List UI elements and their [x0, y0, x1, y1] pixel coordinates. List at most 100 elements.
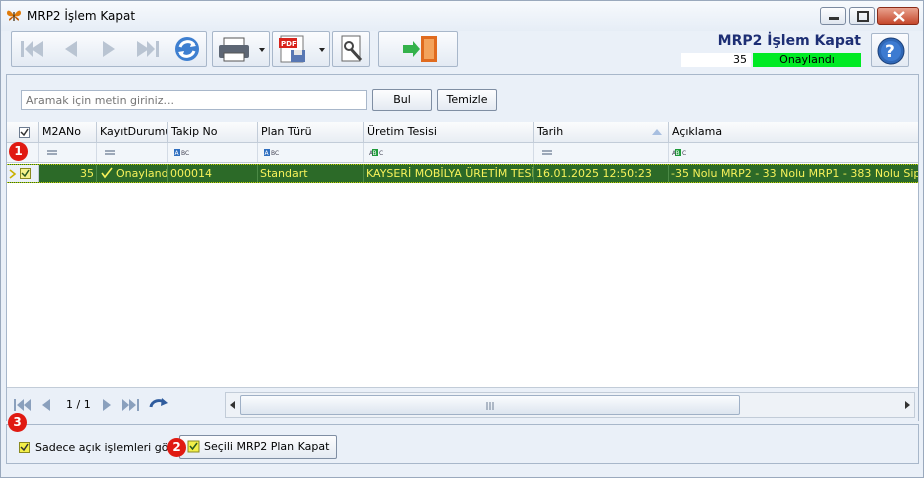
column-header-tarih-label: Tarih	[537, 125, 564, 138]
equals-icon	[105, 150, 115, 155]
maximize-button[interactable]	[849, 7, 875, 25]
filter-row: A BC A BC ABC ABC	[7, 143, 918, 163]
maximize-icon	[857, 11, 869, 22]
previous-record-button[interactable]	[52, 32, 90, 66]
table-row[interactable]: 35 Onaylandı 000014 Standart KAYSERİ MOB…	[7, 164, 918, 183]
svg-text:?: ?	[885, 42, 895, 62]
select-all-checkbox[interactable]	[19, 127, 30, 138]
previous-record-icon	[65, 41, 77, 57]
search-input[interactable]	[21, 90, 367, 110]
title-bar: MRP2 İşlem Kapat	[1, 1, 923, 31]
next-record-button[interactable]	[90, 32, 128, 66]
select-all-header[interactable]	[7, 122, 39, 142]
close-button[interactable]	[877, 7, 919, 25]
previous-page-icon[interactable]	[38, 395, 54, 415]
reload-page-icon[interactable]	[148, 395, 170, 415]
open-only-checkbox[interactable]	[19, 442, 30, 453]
filter-cell-aciklama[interactable]: ABC	[669, 143, 918, 162]
export-group[interactable]: PDF	[272, 31, 330, 67]
checkmark-icon	[101, 167, 113, 179]
document-tool-icon	[341, 35, 363, 62]
search-bar: Bul Temizle	[7, 75, 918, 122]
column-header-aciklama[interactable]: Açıklama	[669, 122, 918, 142]
filter-cell-m2ano[interactable]	[39, 143, 97, 162]
svg-text:C: C	[379, 150, 383, 157]
print-group[interactable]	[212, 31, 270, 67]
first-page-icon[interactable]	[11, 395, 33, 415]
equals-icon	[47, 150, 57, 155]
next-record-icon	[103, 41, 115, 57]
checkbox-icon	[187, 440, 200, 453]
cell-aciklama: -35 Nolu MRP2 - 33 Nolu MRP1 - 383 Nolu …	[671, 167, 918, 180]
exit-button[interactable]	[378, 31, 458, 67]
svg-text:C: C	[682, 150, 686, 157]
first-record-button[interactable]	[12, 32, 52, 66]
help-button[interactable]: ?	[871, 33, 909, 67]
column-header-kayitdurumu[interactable]: KayıtDurumu	[97, 122, 168, 142]
annotation-marker-2: 2	[167, 438, 186, 457]
page-title: MRP2 İşlem Kapat	[717, 33, 861, 49]
svg-text:PDF: PDF	[281, 40, 297, 48]
status-badge: Onaylandı	[753, 53, 861, 67]
close-selected-plan-button[interactable]: Seçili MRP2 Plan Kapat	[179, 435, 337, 459]
settings-tool-button[interactable]	[332, 31, 370, 67]
row-checkbox[interactable]	[20, 168, 31, 179]
cell-kayitdurumu-label: Onaylandı	[116, 167, 168, 180]
scroll-left-icon[interactable]	[228, 393, 238, 417]
close-selected-plan-label: Seçili MRP2 Plan Kapat	[204, 440, 330, 453]
cell-tarih: 16.01.2025 12:50:23	[534, 165, 669, 182]
pager: 1 / 1	[7, 387, 918, 421]
navigation-group	[11, 31, 207, 67]
first-record-icon	[21, 41, 43, 57]
checkmark-icon	[21, 169, 30, 178]
row-pointer-icon	[9, 169, 17, 179]
grip-icon	[486, 402, 494, 410]
svg-text:BC: BC	[271, 150, 279, 157]
svg-text:B: B	[676, 150, 680, 157]
exit-door-icon	[403, 36, 437, 62]
grid-header: M2ANo KayıtDurumu Takip No Plan Türü Üre…	[7, 122, 918, 143]
pdf-export-icon: PDF	[279, 35, 325, 63]
cell-m2ano: 35	[39, 165, 97, 182]
main-content: Bul Temizle M2ANo KayıtDurumu Takip No P…	[6, 74, 919, 421]
scroll-thumb[interactable]	[240, 395, 740, 415]
page-info: 1 / 1	[66, 398, 91, 411]
equals-icon	[542, 150, 552, 155]
svg-text:B: B	[373, 150, 377, 157]
scroll-right-icon[interactable]	[902, 393, 912, 417]
column-header-tarih[interactable]: Tarih	[534, 122, 669, 142]
help-icon: ?	[877, 37, 905, 65]
close-icon	[893, 11, 905, 22]
horizontal-scrollbar[interactable]	[225, 392, 915, 418]
svg-text:BC: BC	[181, 150, 189, 157]
toolbar: PDF MRP2 İşlem Kapat 35 Onaylandı ?	[1, 31, 923, 73]
next-page-icon[interactable]	[99, 395, 115, 415]
sort-ascending-icon	[652, 129, 662, 135]
filter-cell-kayitdurumu[interactable]	[97, 143, 168, 162]
printer-icon	[219, 37, 265, 62]
column-header-m2ano[interactable]: M2ANo	[39, 122, 97, 142]
cell-uretimtesisi: KAYSERİ MOBİLYA ÜRETİM TESİSİ	[366, 165, 534, 182]
abc-icon: ABC	[264, 149, 279, 157]
last-record-button[interactable]	[128, 32, 168, 66]
filter-cell-planturu[interactable]: A BC	[258, 143, 364, 162]
column-header-takipno[interactable]: Takip No	[168, 122, 258, 142]
column-header-uretimtesisi[interactable]: Üretim Tesisi	[364, 122, 534, 142]
clear-button[interactable]: Temizle	[437, 89, 497, 111]
checkmark-icon	[20, 128, 29, 137]
filter-cell-takipno[interactable]: A BC	[168, 143, 258, 162]
main-window: MRP2 İşlem Kapat PDF MRP2 İşlem Kapat 35…	[0, 0, 924, 478]
annotation-marker-1: 1	[9, 142, 28, 161]
find-button[interactable]: Bul	[372, 89, 432, 111]
refresh-button[interactable]	[168, 32, 206, 66]
butterfly-logo-icon	[7, 10, 21, 21]
cell-takipno: 000014	[168, 165, 258, 182]
column-header-planturu[interactable]: Plan Türü	[258, 122, 364, 142]
row-indicator[interactable]	[7, 165, 39, 182]
minimize-button[interactable]	[820, 7, 846, 25]
last-page-icon[interactable]	[120, 395, 142, 415]
checkmark-icon	[20, 443, 29, 452]
record-number: 35	[681, 53, 751, 67]
filter-cell-uretimtesisi[interactable]: ABC	[364, 143, 534, 162]
filter-cell-tarih[interactable]	[534, 143, 669, 162]
